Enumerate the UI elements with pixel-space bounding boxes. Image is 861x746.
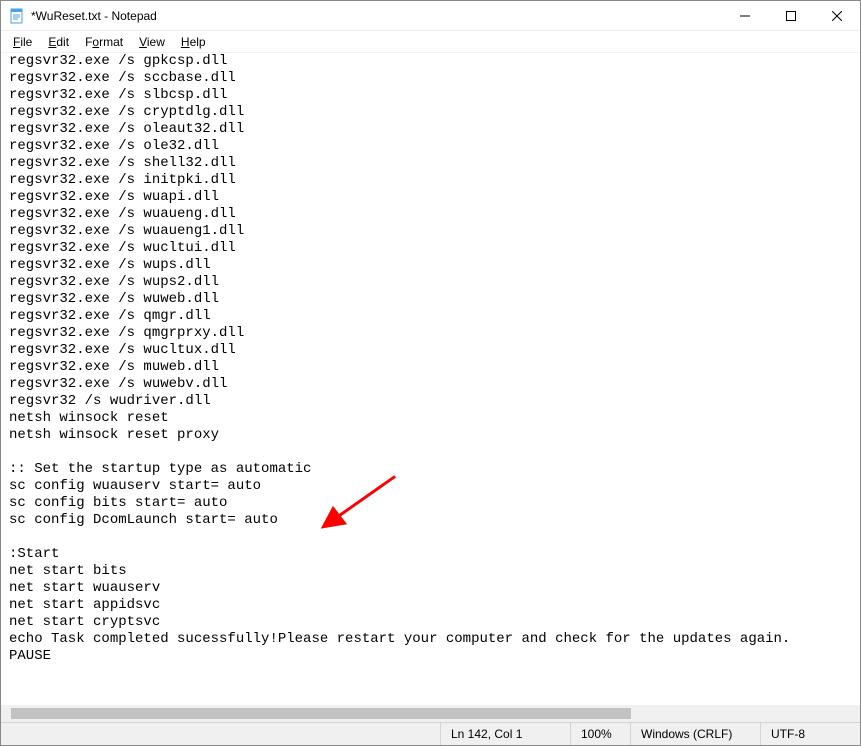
menu-view[interactable]: View <box>132 34 172 50</box>
menu-format[interactable]: Format <box>78 34 130 50</box>
scrollbar-thumb[interactable] <box>11 708 631 719</box>
close-button[interactable] <box>814 1 860 30</box>
status-cursor-position: Ln 142, Col 1 <box>440 723 570 745</box>
scrollbar-track[interactable] <box>1 705 860 722</box>
status-spacer <box>1 723 440 745</box>
window-title: *WuReset.txt - Notepad <box>31 9 157 23</box>
editor-area[interactable]: regsvr32.exe /s gpkcsp.dll regsvr32.exe … <box>1 52 860 722</box>
menu-edit[interactable]: Edit <box>41 34 76 50</box>
status-encoding: UTF-8 <box>760 723 860 745</box>
notepad-icon <box>9 8 25 24</box>
notepad-window: *WuReset.txt - Notepad File Edit Format … <box>0 0 861 746</box>
menubar: File Edit Format View Help <box>1 31 860 52</box>
document-text[interactable]: regsvr32.exe /s gpkcsp.dll regsvr32.exe … <box>9 53 860 665</box>
window-controls <box>722 1 860 30</box>
menu-help[interactable]: Help <box>174 34 213 50</box>
menu-file[interactable]: File <box>6 34 39 50</box>
titlebar[interactable]: *WuReset.txt - Notepad <box>1 1 860 31</box>
horizontal-scrollbar[interactable] <box>1 705 860 722</box>
statusbar: Ln 142, Col 1 100% Windows (CRLF) UTF-8 <box>1 722 860 745</box>
status-line-ending: Windows (CRLF) <box>630 723 760 745</box>
maximize-button[interactable] <box>768 1 814 30</box>
status-zoom: 100% <box>570 723 630 745</box>
minimize-button[interactable] <box>722 1 768 30</box>
